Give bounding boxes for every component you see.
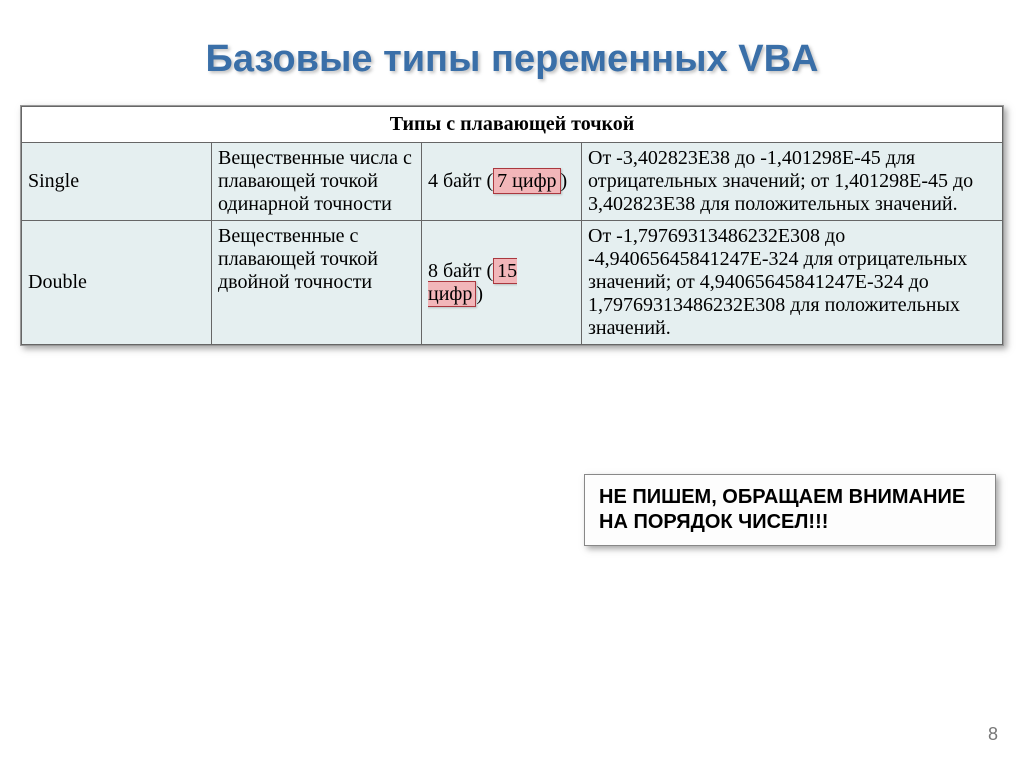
types-table-container: Типы с плавающей точкой Single Веществен… bbox=[20, 105, 1004, 346]
size-prefix: 8 байт ( bbox=[428, 260, 493, 282]
type-name: Double bbox=[22, 221, 212, 345]
size-suffix: ) bbox=[561, 170, 568, 192]
table-row: Double Вещественные с плавающей точкой д… bbox=[22, 221, 1003, 345]
page-number: 8 bbox=[988, 724, 998, 745]
size-prefix: 4 байт ( bbox=[428, 170, 493, 192]
type-description: Вещественные числа с плавающей точкой од… bbox=[212, 143, 422, 221]
size-suffix: ) bbox=[476, 283, 483, 305]
type-description: Вещественные с плавающей точкой двойной … bbox=[212, 221, 422, 345]
size-highlight: 7 цифр bbox=[493, 168, 560, 194]
note-callout: НЕ ПИШЕМ, ОБРАЩАЕМ ВНИМАНИЕ НА ПОРЯДОК Ч… bbox=[584, 474, 996, 546]
section-header: Типы с плавающей точкой bbox=[22, 107, 1003, 143]
type-name: Single bbox=[22, 143, 212, 221]
page-title: Базовые типы переменных VBA bbox=[18, 38, 1006, 81]
slide: Базовые типы переменных VBA Типы с плава… bbox=[0, 0, 1024, 767]
type-size: 4 байт (7 цифр) bbox=[422, 143, 582, 221]
type-range: От -1,79769313486232E308 до -4,940656458… bbox=[582, 221, 1003, 345]
types-table: Типы с плавающей точкой Single Веществен… bbox=[21, 106, 1003, 345]
table-row: Single Вещественные числа с плавающей то… bbox=[22, 143, 1003, 221]
type-range: От -3,402823E38 до -1,401298E-45 для отр… bbox=[582, 143, 1003, 221]
type-size: 8 байт (15 цифр) bbox=[422, 221, 582, 345]
table-header-row: Типы с плавающей точкой bbox=[22, 107, 1003, 143]
